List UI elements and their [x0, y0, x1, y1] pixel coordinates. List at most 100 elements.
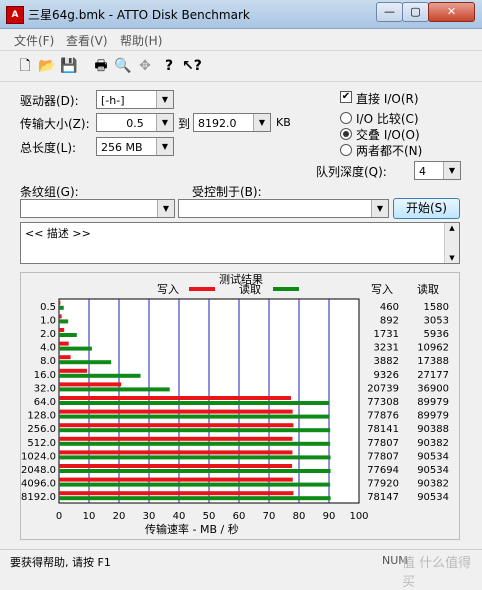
chevron-down-icon: ▼ — [443, 162, 460, 179]
transfer-to-select[interactable]: 8192.0 ▼ — [193, 113, 271, 132]
read-bar — [59, 333, 77, 337]
x-tick-label: 0 — [56, 511, 62, 522]
stripe-group-label: 条纹组(G): — [20, 185, 79, 199]
x-tick-label: 10 — [83, 511, 96, 522]
close-button[interactable]: ✕ — [428, 2, 475, 22]
menu-view[interactable]: 查看(V) — [66, 32, 108, 49]
queue-depth-label: 队列深度(Q): — [316, 165, 387, 179]
row-label: 2.0 — [40, 329, 56, 340]
queue-depth-select[interactable]: 4 ▼ — [414, 161, 461, 180]
write-value: 77308 — [367, 397, 399, 408]
io-compare-radio[interactable] — [340, 112, 352, 124]
row-label: 64.0 — [34, 397, 56, 408]
read-value: 90388 — [417, 424, 449, 435]
read-bar — [59, 373, 141, 378]
print-icon[interactable]: 🖶 — [92, 57, 110, 75]
read-value: 89979 — [417, 411, 449, 422]
read-value: 89979 — [417, 397, 449, 408]
read-bar — [59, 414, 329, 419]
write-bar — [59, 436, 293, 441]
overlap-io-radio[interactable] — [340, 128, 352, 140]
chevron-down-icon: ▼ — [157, 200, 174, 217]
controlled-by-label: 受控制于(B): — [192, 185, 262, 199]
write-value: 20739 — [367, 383, 399, 394]
write-bar — [59, 341, 69, 346]
write-value: 77694 — [367, 465, 399, 476]
stripe-group-select[interactable]: ▼ — [20, 199, 175, 218]
read-value: 10962 — [417, 343, 449, 354]
menu-file[interactable]: 文件(F) — [14, 32, 54, 49]
read-bar — [59, 319, 69, 324]
read-value: 90382 — [417, 479, 449, 490]
transfer-unit: KB — [276, 116, 291, 129]
total-length-value: 256 MB — [101, 141, 143, 154]
write-value: 9326 — [374, 370, 399, 381]
write-bar — [59, 382, 122, 387]
help-icon[interactable]: ? — [160, 57, 178, 75]
write-bar — [59, 450, 293, 455]
overlap-io-label: 交叠 I/O(O) — [356, 128, 420, 142]
direct-io-checkbox[interactable]: ✔ — [340, 91, 352, 103]
x-tick-label: 20 — [113, 511, 126, 522]
chevron-down-icon: ▼ — [156, 114, 173, 131]
transfer-from-select[interactable]: 0.5 ▼ — [96, 113, 174, 132]
row-label: 2048.0 — [21, 465, 56, 476]
description-scrollbar[interactable]: ▲ ▼ — [444, 223, 459, 263]
description-box[interactable]: << 描述 >> ▲ ▼ — [20, 222, 460, 264]
drive-label: 驱动器(D): — [20, 94, 79, 108]
read-value: 36900 — [417, 383, 449, 394]
read-bar — [59, 496, 331, 501]
write-value: 77876 — [367, 411, 399, 422]
title-bar: A 三星64g.bmk - ATTO Disk Benchmark — ▢ ✕ — [0, 0, 482, 29]
controlled-by-select[interactable]: ▼ — [178, 199, 389, 218]
start-button[interactable]: 开始(S) — [393, 198, 460, 219]
watermark: 值 什么值得买 — [402, 556, 472, 590]
status-help-text: 要获得帮助, 请按 F1 — [10, 556, 111, 569]
atto-app-icon: A — [6, 6, 24, 24]
read-bar — [59, 401, 329, 405]
drive-select[interactable]: [-h-] ▼ — [96, 90, 174, 109]
write-bar — [59, 491, 294, 496]
write-bar — [59, 396, 291, 400]
read-value: 5936 — [424, 329, 449, 340]
write-bar — [59, 464, 293, 468]
read-bar — [59, 455, 331, 460]
transfer-to-value: 8192.0 — [198, 117, 237, 130]
chevron-down-icon: ▼ — [371, 200, 388, 217]
read-bar — [59, 441, 331, 446]
minimize-button[interactable]: — — [376, 2, 403, 22]
write-value: 77807 — [367, 438, 399, 449]
read-value: 90382 — [417, 438, 449, 449]
row-label: 16.0 — [34, 370, 56, 381]
move-icon[interactable]: ✥ — [136, 57, 154, 75]
total-length-select[interactable]: 256 MB ▼ — [96, 137, 174, 156]
write-bar — [59, 409, 293, 414]
write-bar — [59, 423, 294, 428]
neither-radio[interactable] — [340, 144, 352, 156]
chevron-down-icon: ▼ — [253, 114, 270, 131]
row-label: 4.0 — [40, 343, 56, 354]
maximize-button[interactable]: ▢ — [402, 2, 429, 22]
context-help-icon[interactable]: ↖? — [182, 57, 202, 75]
save-icon[interactable]: 💾 — [60, 57, 78, 75]
direct-io-label: 直接 I/O(R) — [356, 92, 419, 106]
menu-help[interactable]: 帮助(H) — [120, 32, 162, 49]
write-value: 77807 — [367, 451, 399, 462]
neither-label: 两者都不(N) — [356, 144, 423, 158]
x-tick-label: 70 — [263, 511, 276, 522]
print-preview-icon[interactable]: 🔍 — [114, 57, 132, 75]
read-value: 90534 — [417, 492, 449, 503]
new-file-icon[interactable]: 🗋 — [16, 57, 34, 75]
read-value: 90534 — [417, 451, 449, 462]
read-bar — [59, 482, 331, 487]
write-value: 460 — [380, 302, 399, 313]
read-value: 3053 — [424, 315, 449, 326]
row-label: 1024.0 — [21, 451, 56, 462]
transfer-from-value: 0.5 — [126, 117, 144, 130]
x-tick-label: 80 — [293, 511, 306, 522]
open-folder-icon[interactable]: 📂 — [38, 57, 56, 75]
read-value: 27177 — [417, 370, 449, 381]
description-text: << 描述 >> — [25, 227, 91, 240]
read-value: 17388 — [417, 356, 449, 367]
x-axis-label: 传输速率 - MB / 秒 — [145, 523, 239, 536]
